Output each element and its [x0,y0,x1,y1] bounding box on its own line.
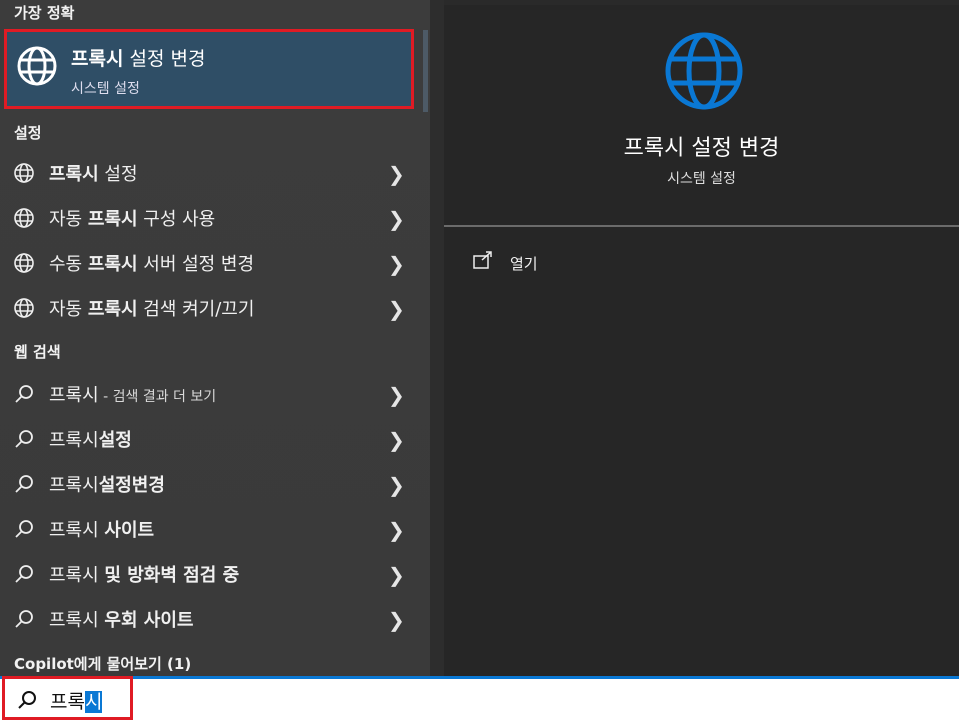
open-external-icon [473,251,492,269]
search-icon [15,520,33,538]
preview-subtitle: 시스템 설정 [667,171,736,187]
web-search-item-label: 프록시 - 검색 결과 더 보기 [49,385,217,406]
section-best-match: 가장 정확 [14,4,75,22]
best-match-title: 프록시 설정 변경 [71,48,206,70]
search-icon [15,385,33,403]
globe-icon [17,46,57,86]
chevron-right-icon: ❯ [388,383,405,407]
pane-gap [430,0,444,676]
chevron-right-icon: ❯ [388,207,405,231]
chevron-right-icon: ❯ [388,428,405,452]
web-search-item[interactable]: 프록시 우회 사이트 ❯ [0,596,420,640]
settings-item[interactable]: 프록시 설정 ❯ [0,150,420,194]
settings-item[interactable]: 자동 프록시 검색 켜기/끄기 ❯ [0,285,420,329]
web-search-item[interactable]: 프록시설정변경 ❯ [0,461,420,505]
web-search-item[interactable]: 프록시 및 방화벽 점검 중 ❯ [0,551,420,595]
web-search-item[interactable]: 프록시 사이트 ❯ [0,506,420,550]
section-copilot[interactable]: Copilot에게 물어보기 (1) [14,653,191,674]
chevron-right-icon: ❯ [388,563,405,587]
search-icon [15,430,33,448]
web-search-item[interactable]: 프록시설정 ❯ [0,416,420,460]
best-match-item[interactable]: 프록시 설정 변경 시스템 설정 [4,29,414,109]
best-match-subtitle: 시스템 설정 [71,81,140,97]
search-icon [15,475,33,493]
web-search-item-label: 프록시 사이트 [49,520,155,541]
search-highlight-box [2,676,133,720]
preview-divider [444,225,959,227]
globe-icon [14,298,34,318]
chevron-right-icon: ❯ [388,162,405,186]
web-search-item-label: 프록시설정변경 [49,475,165,496]
section-settings: 설정 [14,124,42,142]
open-label: 열기 [510,255,538,273]
chevron-right-icon: ❯ [388,473,405,497]
settings-item-label: 프록시 설정 [49,164,138,185]
scrollbar-thumb[interactable] [423,30,428,112]
settings-item[interactable]: 자동 프록시 구성 사용 ❯ [0,195,420,239]
web-search-item[interactable]: 프록시 - 검색 결과 더 보기 ❯ [0,371,420,415]
settings-item-label: 자동 프록시 검색 켜기/끄기 [49,299,255,320]
globe-icon [665,32,743,110]
chevron-right-icon: ❯ [388,518,405,542]
settings-item-label: 자동 프록시 구성 사용 [49,209,216,230]
search-icon [15,610,33,628]
globe-icon [14,208,34,228]
settings-item[interactable]: 수동 프록시 서버 설정 변경 ❯ [0,240,420,284]
search-icon [15,565,33,583]
settings-item-label: 수동 프록시 서버 설정 변경 [49,254,255,275]
web-search-item-label: 프록시 우회 사이트 [49,610,194,631]
section-web-search: 웹 검색 [14,343,61,361]
search-bar[interactable]: 프록시 [0,676,959,721]
globe-icon [14,163,34,183]
web-search-item-label: 프록시 및 방화벽 점검 중 [49,565,240,586]
preview-title: 프록시 설정 변경 [623,136,780,161]
open-button[interactable]: 열기 [470,248,590,278]
globe-icon [14,253,34,273]
chevron-right-icon: ❯ [388,252,405,276]
web-search-item-label: 프록시설정 [49,430,132,451]
chevron-right-icon: ❯ [388,608,405,632]
chevron-right-icon: ❯ [388,297,405,321]
